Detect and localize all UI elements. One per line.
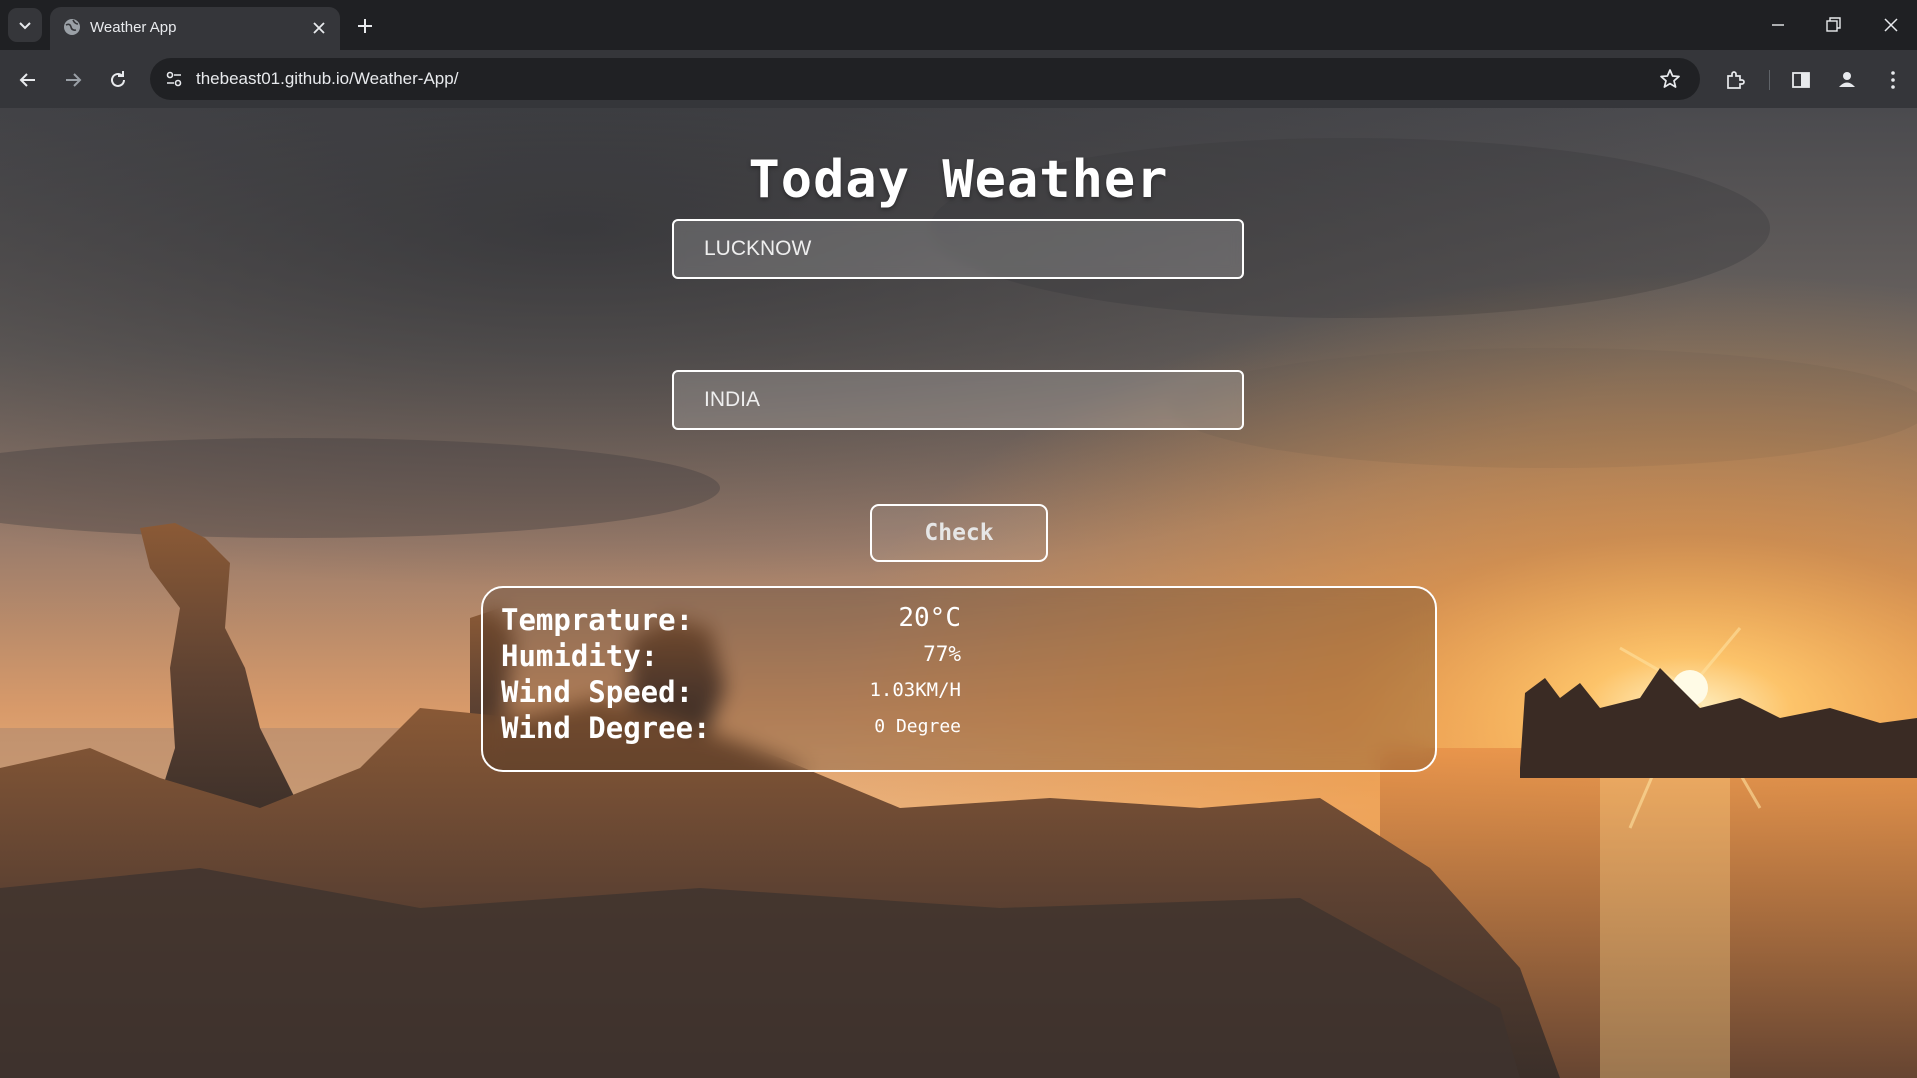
minimize-icon[interactable] — [1765, 12, 1791, 38]
plus-icon[interactable] — [352, 13, 378, 39]
address-bar[interactable]: thebeast01.github.io/Weather-App/ — [150, 58, 1700, 100]
humidity-label: Humidity: — [501, 639, 659, 673]
city-input[interactable] — [674, 221, 1242, 277]
close-window-icon[interactable] — [1878, 12, 1904, 38]
star-icon[interactable] — [1658, 67, 1682, 91]
wind-speed-label: Wind Speed: — [501, 675, 694, 709]
tune-icon[interactable] — [162, 67, 186, 91]
chevron-down-icon — [19, 22, 31, 30]
temperature-value: 20°C — [898, 603, 961, 633]
temperature-label: Temprature: — [501, 603, 694, 637]
country-field[interactable] — [672, 370, 1244, 430]
side-panel-icon[interactable] — [1788, 67, 1814, 93]
restore-icon[interactable] — [1820, 12, 1846, 38]
wind-speed-value: 1.03KM/H — [869, 679, 961, 701]
web-page: Today Weather Check Temprature: 20°C Hum… — [0, 108, 1917, 1078]
reload-icon[interactable] — [105, 67, 131, 93]
globe-icon — [64, 19, 80, 35]
wind-degree-value: 0 Degree — [874, 716, 961, 737]
tab-strip: Weather App — [0, 0, 1917, 50]
puzzle-icon[interactable] — [1722, 67, 1748, 93]
check-button[interactable]: Check — [870, 504, 1048, 562]
wind-degree-label: Wind Degree: — [501, 711, 711, 745]
tab-search-button[interactable] — [8, 8, 42, 42]
forward-arrow-icon[interactable] — [60, 67, 86, 93]
country-input[interactable] — [674, 372, 1242, 428]
tab-title: Weather App — [90, 19, 177, 36]
close-icon[interactable] — [308, 17, 330, 39]
weather-results-card: Temprature: 20°C Humidity: 77% Wind Spee… — [481, 586, 1437, 772]
active-tab[interactable]: Weather App — [50, 7, 340, 50]
humidity-value: 77% — [923, 642, 961, 666]
page-title: Today Weather — [748, 150, 1169, 210]
browser-toolbar: thebeast01.github.io/Weather-App/ — [0, 50, 1917, 108]
person-icon[interactable] — [1834, 67, 1860, 93]
kebab-menu-icon[interactable] — [1880, 67, 1906, 93]
toolbar-divider — [1769, 70, 1770, 90]
city-field[interactable] — [672, 219, 1244, 279]
url-text[interactable]: thebeast01.github.io/Weather-App/ — [196, 69, 458, 89]
back-arrow-icon[interactable] — [15, 67, 41, 93]
